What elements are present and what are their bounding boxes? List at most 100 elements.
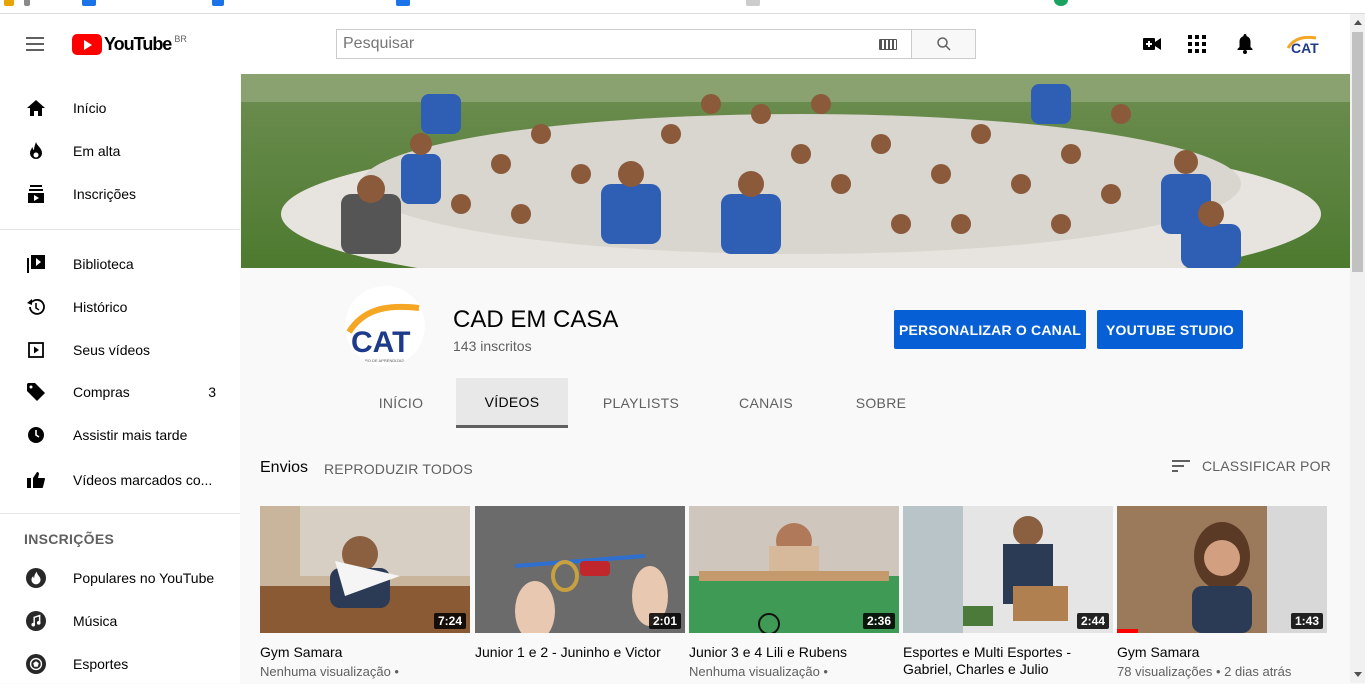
sidebar-item-musica[interactable]: Música — [0, 601, 240, 641]
video-thumbnail[interactable]: 2:01 — [475, 506, 685, 633]
play-square-icon — [26, 340, 46, 360]
channel-name: CAD EM CASA — [453, 306, 619, 333]
sort-icon — [1171, 460, 1190, 472]
video-title[interactable]: Junior 1 e 2 - Juninho e Victor — [475, 644, 685, 661]
video-thumbnail[interactable]: 7:24 — [260, 506, 470, 633]
subscriber-count: 143 inscritos — [453, 338, 532, 354]
bookmark-icon[interactable] — [212, 0, 224, 6]
scroll-up-arrow[interactable] — [1354, 20, 1362, 25]
section-title: Envios — [260, 459, 309, 476]
sort-label: CLASSIFICAR POR — [1201, 458, 1331, 474]
video-duration: 7:24 — [433, 613, 466, 629]
sidebar-divider — [0, 513, 240, 514]
bookmark-icon[interactable] — [746, 0, 760, 6]
keyboard-icon[interactable] — [879, 39, 897, 50]
popular-icon — [26, 568, 46, 588]
video-card[interactable]: 2:36 Junior 3 e 4 Lili e Rubens Nenhuma … — [689, 506, 899, 679]
search-button[interactable] — [911, 29, 976, 59]
bookmark-icon[interactable] — [82, 0, 96, 6]
youtube-studio-button[interactable]: YOUTUBE STUDIO — [1097, 310, 1243, 349]
sidebar-item-assistir-mais-tarde[interactable]: Assistir mais tarde — [0, 415, 240, 455]
video-card[interactable]: 2:01 Junior 1 e 2 - Juninho e Victor — [475, 506, 685, 664]
sidebar-item-label: Inscrições — [73, 186, 137, 202]
video-title[interactable]: Gym Samara — [260, 644, 470, 661]
music-icon — [26, 611, 46, 631]
search-box — [336, 29, 912, 59]
sort-button[interactable]: CLASSIFICAR POR — [1171, 458, 1331, 474]
video-meta: 78 visualizações • 2 dias atrás — [1117, 664, 1292, 679]
video-card[interactable]: 7:24 Gym Samara Nenhuma visualização • — [260, 506, 470, 679]
bookmark-icon[interactable] — [396, 0, 410, 6]
sidebar-item-esportes[interactable]: Esportes — [0, 644, 240, 684]
video-card[interactable]: 1:43 Gym Samara 78 visualizações • 2 dia… — [1117, 506, 1327, 679]
sidebar-item-populares[interactable]: Populares no YouTube — [0, 558, 240, 598]
sidebar: Início Em alta Inscrições Biblioteca His… — [0, 74, 240, 683]
home-icon — [26, 98, 46, 118]
clock-icon — [26, 425, 46, 445]
search-input[interactable] — [337, 30, 857, 58]
video-title[interactable]: Junior 3 e 4 Lili e Rubens — [689, 644, 899, 661]
sidebar-item-label: Em alta — [73, 143, 121, 159]
subscriptions-heading: INSCRIÇÕES — [24, 531, 115, 547]
tag-icon — [26, 382, 46, 402]
video-meta: Nenhuma visualização • — [260, 664, 399, 679]
videos-section: Envios REPRODUZIR TODOS CLASSIFICAR POR … — [241, 430, 1350, 683]
bookmarks-bar — [0, 0, 1365, 14]
scroll-down-arrow[interactable] — [1354, 672, 1362, 677]
channel-avatar[interactable]: CAT RO DE APRENDIZAD — [345, 286, 425, 366]
sidebar-item-label: Seus vídeos — [73, 342, 151, 358]
sidebar-item-label: Histórico — [73, 299, 128, 315]
sidebar-item-label: Biblioteca — [73, 256, 134, 272]
video-title[interactable]: Gym Samara — [1117, 644, 1327, 661]
sidebar-item-inicio[interactable]: Início — [0, 88, 240, 128]
sidebar-item-label: Assistir mais tarde — [73, 427, 188, 443]
bookmark-icon[interactable] — [1054, 0, 1068, 6]
page-scrollbar[interactable] — [1350, 14, 1365, 683]
tab-sobre[interactable]: SOBRE — [836, 378, 926, 428]
video-thumbnail[interactable]: 2:44 — [903, 506, 1113, 633]
sidebar-item-videos-marcados[interactable]: Vídeos marcados co... — [0, 460, 240, 500]
video-card[interactable]: 2:44 Esportes e Multi Esportes - Gabriel… — [903, 506, 1113, 681]
video-thumbnail[interactable]: 1:43 — [1117, 506, 1327, 633]
create-video-icon[interactable] — [1140, 32, 1164, 56]
sidebar-item-inscricoes[interactable]: Inscrições — [0, 174, 240, 214]
sidebar-item-em-alta[interactable]: Em alta — [0, 131, 240, 171]
thumbs-up-icon — [26, 470, 46, 490]
apps-grid-icon[interactable] — [1185, 32, 1209, 56]
sidebar-item-label: Vídeos marcados co... — [73, 472, 213, 488]
watch-progress-bar — [1117, 629, 1138, 633]
flame-icon — [26, 141, 46, 161]
top-bar: YouTube BR CAT — [0, 14, 1350, 74]
bookmark-icon[interactable] — [4, 0, 14, 6]
search-icon — [936, 37, 951, 51]
svg-text:CAT: CAT — [1291, 40, 1319, 54]
video-thumbnail[interactable]: 2:36 — [689, 506, 899, 633]
customize-channel-button[interactable]: PERSONALIZAR O CANAL — [894, 310, 1086, 349]
bell-icon[interactable] — [1233, 32, 1257, 56]
sidebar-item-label: Populares no YouTube — [73, 570, 215, 586]
youtube-play-icon — [72, 33, 102, 55]
tab-inicio[interactable]: INÍCIO — [346, 378, 456, 428]
video-meta: Nenhuma visualização • — [689, 664, 828, 679]
tab-videos[interactable]: VÍDEOS — [456, 378, 568, 428]
video-title[interactable]: Esportes e Multi Esportes - Gabriel, Cha… — [903, 644, 1113, 678]
tab-canais[interactable]: CANAIS — [721, 378, 811, 428]
banner-image — [241, 74, 1350, 268]
sports-icon — [26, 654, 46, 674]
sidebar-item-label: Esportes — [73, 656, 129, 672]
channel-header: CAT RO DE APRENDIZAD CAD EM CASA 143 ins… — [241, 268, 1350, 430]
sidebar-item-historico[interactable]: Histórico — [0, 287, 240, 327]
account-avatar[interactable]: CAT — [1286, 32, 1320, 56]
scrollbar-thumb[interactable] — [1352, 32, 1363, 272]
youtube-logo[interactable]: YouTube BR — [72, 33, 187, 55]
avatar-caption: RO DE APRENDIZAD — [365, 358, 404, 363]
menu-icon[interactable] — [26, 37, 44, 51]
subscriptions-icon — [26, 184, 46, 204]
sidebar-item-label: Compras — [73, 384, 130, 400]
bookmark-icon[interactable] — [24, 0, 30, 6]
sidebar-item-seus-videos[interactable]: Seus vídeos — [0, 330, 240, 370]
sidebar-item-biblioteca[interactable]: Biblioteca — [0, 244, 240, 284]
tab-playlists[interactable]: PLAYLISTS — [586, 378, 696, 428]
sidebar-item-compras[interactable]: Compras 3 — [0, 372, 240, 412]
play-all-button[interactable]: REPRODUZIR TODOS — [324, 461, 473, 477]
